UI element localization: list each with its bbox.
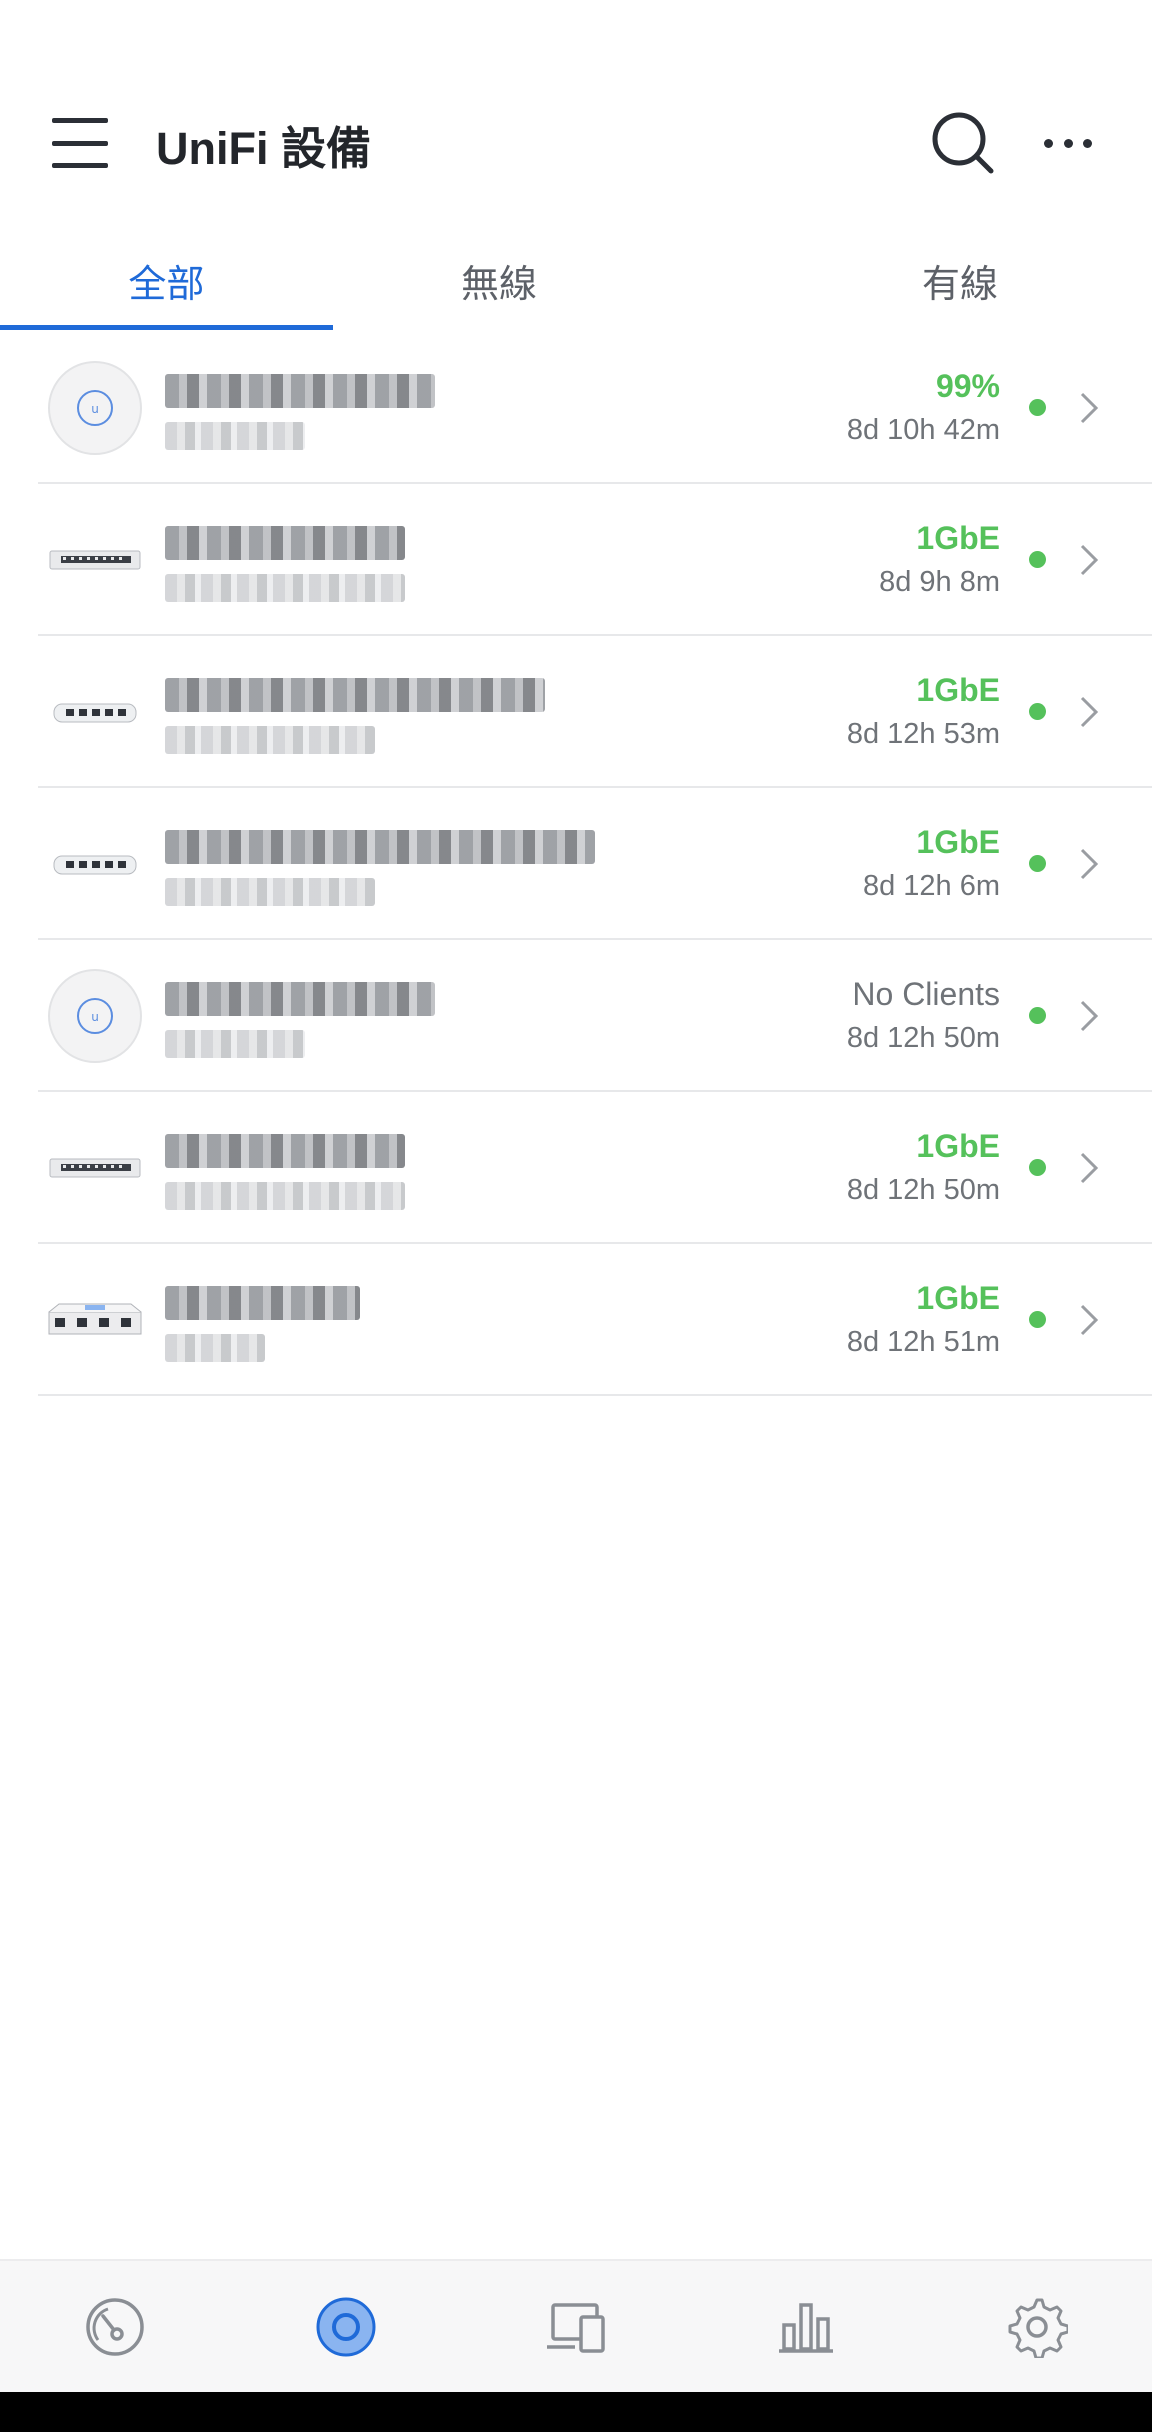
redacted-device-name <box>165 1134 405 1168</box>
redacted-device-model <box>165 1030 305 1058</box>
device-row[interactable]: 1GbE 8d 12h 51m <box>0 1244 1152 1396</box>
more-horizontal-icon[interactable] <box>1036 108 1100 178</box>
online-status-dot <box>1029 703 1046 720</box>
device-row[interactable]: 1GbE 8d 12h 6m <box>0 788 1152 940</box>
device-status: 1GbE <box>916 1128 1000 1164</box>
redacted-device-name <box>165 526 405 560</box>
device-uptime: 8d 9h 8m <box>879 566 1000 598</box>
device-uptime: 8d 12h 50m <box>846 1022 1000 1054</box>
system-navigation-bar <box>0 2392 1152 2432</box>
redacted-device-model <box>165 726 375 754</box>
settings-gear-icon <box>1008 2298 1068 2358</box>
device-thumbnail: u <box>40 968 150 1064</box>
page-title: UniFi 設備 <box>156 123 371 174</box>
device-thumbnail <box>40 512 150 608</box>
online-status-dot <box>1029 855 1046 872</box>
nav-settings[interactable] <box>922 2261 1152 2392</box>
tab-all[interactable]: 全部 <box>0 235 333 333</box>
bottom-navigation <box>0 2259 1152 2392</box>
redacted-device-model <box>165 1182 405 1210</box>
device-thumbnail: u <box>40 360 150 456</box>
statistics-icon <box>779 2302 834 2353</box>
device-uptime: 8d 12h 50m <box>846 1174 1000 1206</box>
app-header: UniFi 設備 <box>0 0 1152 225</box>
online-status-dot <box>1029 399 1046 416</box>
chevron-right-icon <box>1080 1000 1099 1032</box>
device-thumbnail <box>40 816 150 912</box>
device-row[interactable]: u No Clients 8d 12h 50m <box>0 940 1152 1092</box>
redacted-device-model <box>165 878 375 906</box>
online-status-dot <box>1029 551 1046 568</box>
device-status: 1GbE <box>916 520 1000 556</box>
device-row[interactable]: u 99% 8d 10h 42m <box>0 332 1152 484</box>
redacted-device-name <box>165 1286 360 1320</box>
online-status-dot <box>1029 1159 1046 1176</box>
redacted-device-name <box>165 830 595 864</box>
nav-dashboard[interactable] <box>0 2261 230 2392</box>
device-uptime: 8d 12h 6m <box>862 870 1000 902</box>
clients-icon <box>547 2302 605 2353</box>
dashboard-gauge-icon <box>86 2297 144 2356</box>
device-status: 99% <box>935 368 1000 404</box>
redacted-device-name <box>165 678 545 712</box>
nav-statistics[interactable] <box>691 2261 921 2392</box>
device-list: u 99% 8d 10h 42m 1GbE 8d 9h 8m 1GbE 8d 12h 53m… <box>0 332 1152 1396</box>
svg-text:u: u <box>91 402 99 416</box>
redacted-device-name <box>165 374 435 408</box>
device-filter-tabs: 全部 無線 有線 <box>0 235 1152 333</box>
svg-text:u: u <box>91 1010 99 1024</box>
device-thumbnail <box>40 1272 150 1368</box>
device-uptime: 8d 12h 53m <box>846 718 1000 750</box>
redacted-device-model <box>165 1334 265 1362</box>
redacted-device-model <box>165 422 305 450</box>
chevron-right-icon <box>1080 1304 1099 1336</box>
nav-clients[interactable] <box>461 2261 691 2392</box>
device-status: 1GbE <box>916 1280 1000 1316</box>
device-thumbnail <box>40 1120 150 1216</box>
online-status-dot <box>1029 1311 1046 1328</box>
devices-circle-icon <box>316 2297 376 2356</box>
search-icon[interactable] <box>928 108 998 178</box>
device-uptime: 8d 10h 42m <box>846 414 1000 446</box>
redacted-device-model <box>165 574 405 602</box>
tab-wired[interactable]: 有線 <box>665 235 1152 333</box>
nav-devices[interactable] <box>230 2261 460 2392</box>
device-uptime: 8d 12h 51m <box>846 1326 1000 1358</box>
hamburger-menu-icon[interactable] <box>40 108 120 178</box>
device-status: 1GbE <box>916 824 1000 860</box>
online-status-dot <box>1029 1007 1046 1024</box>
tab-wireless[interactable]: 無線 <box>333 235 666 333</box>
device-row[interactable]: 1GbE 8d 9h 8m <box>0 484 1152 636</box>
device-thumbnail <box>40 664 150 760</box>
device-status: No Clients <box>852 976 1000 1012</box>
chevron-right-icon <box>1080 1152 1099 1184</box>
chevron-right-icon <box>1080 696 1099 728</box>
device-row[interactable]: 1GbE 8d 12h 53m <box>0 636 1152 788</box>
chevron-right-icon <box>1080 848 1099 880</box>
chevron-right-icon <box>1080 544 1099 576</box>
chevron-right-icon <box>1080 392 1099 424</box>
device-row[interactable]: 1GbE 8d 12h 50m <box>0 1092 1152 1244</box>
device-status: 1GbE <box>916 672 1000 708</box>
redacted-device-name <box>165 982 435 1016</box>
